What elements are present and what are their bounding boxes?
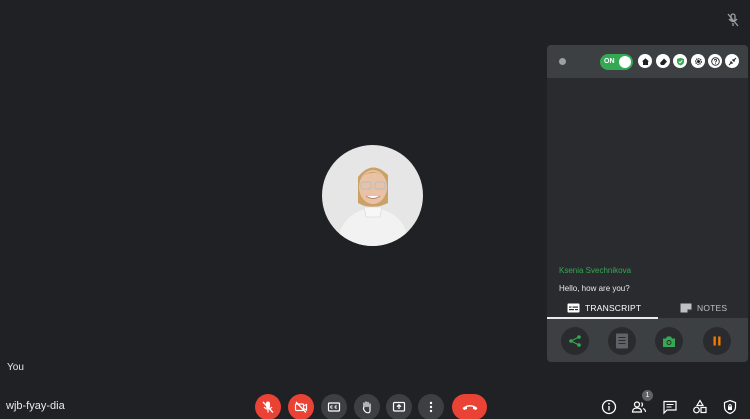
hand-icon	[362, 401, 371, 414]
chat-button[interactable]	[660, 397, 680, 417]
tab-notes-label: NOTES	[697, 303, 728, 313]
transcription-toggle[interactable]: ON	[600, 54, 633, 70]
subtitles-icon	[567, 303, 580, 313]
microphone-toggle-button[interactable]	[255, 394, 281, 419]
shield-lock-icon	[723, 399, 737, 415]
hang-up-icon	[462, 405, 477, 410]
self-tile-label: You	[7, 362, 24, 373]
collapse-icon	[728, 57, 736, 65]
clear-button[interactable]	[656, 54, 670, 68]
transcript-message: Hello, how are you?	[559, 284, 630, 293]
gear-icon	[694, 57, 702, 65]
captions-button[interactable]	[321, 394, 347, 419]
tab-notes[interactable]: NOTES	[680, 298, 727, 318]
extension-action-bar	[547, 319, 748, 362]
shapes-icon	[693, 399, 707, 414]
home-button[interactable]	[638, 54, 652, 68]
privacy-shield-button[interactable]	[673, 54, 687, 68]
more-vert-icon	[429, 401, 433, 413]
share-icon	[569, 335, 581, 347]
settings-button[interactable]	[691, 54, 705, 68]
camera-toggle-button[interactable]	[288, 394, 314, 419]
mic-off-icon	[262, 401, 274, 413]
screenshot-button[interactable]	[655, 327, 683, 355]
extension-toolbar: ON	[547, 45, 748, 78]
people-icon	[631, 401, 647, 413]
meeting-details-button[interactable]	[599, 397, 619, 417]
info-icon	[601, 399, 617, 415]
participants-count-badge: 1	[642, 390, 653, 401]
note-icon	[680, 303, 692, 313]
more-options-button[interactable]	[418, 394, 444, 419]
captions-icon	[327, 402, 341, 412]
camera-icon	[663, 336, 675, 347]
transcript-extension-panel: ON Ksenia Svechnikova Hello, how are you…	[547, 45, 748, 362]
status-indicator	[559, 58, 566, 65]
tab-transcript[interactable]: TRANSCRIPT	[567, 298, 641, 318]
toggle-knob	[619, 56, 631, 68]
help-icon	[710, 56, 720, 66]
transcript-speaker-name: Ksenia Svechnikova	[559, 266, 632, 275]
raise-hand-button[interactable]	[354, 394, 380, 419]
camera-off-icon	[294, 401, 308, 413]
host-controls-button[interactable]	[720, 397, 740, 417]
chat-icon	[663, 400, 677, 415]
toggle-label: ON	[604, 58, 615, 65]
muted-mic-indicator-icon	[726, 12, 740, 28]
pause-button[interactable]	[703, 327, 731, 355]
help-button[interactable]	[708, 54, 722, 68]
present-screen-button[interactable]	[386, 394, 412, 419]
minimize-panel-button[interactable]	[725, 54, 739, 68]
activities-button[interactable]	[690, 397, 710, 417]
home-icon	[641, 57, 649, 65]
document-icon	[616, 333, 628, 349]
shield-check-icon	[676, 57, 684, 65]
present-icon	[392, 401, 406, 412]
pause-icon	[713, 336, 721, 346]
share-button[interactable]	[561, 327, 589, 355]
meeting-code: wjb-fyay-dia	[6, 400, 65, 412]
leave-call-button[interactable]	[452, 394, 487, 419]
document-button[interactable]	[608, 327, 636, 355]
participant-avatar	[322, 145, 423, 246]
eraser-icon	[659, 58, 667, 65]
tab-transcript-label: TRANSCRIPT	[585, 303, 642, 313]
